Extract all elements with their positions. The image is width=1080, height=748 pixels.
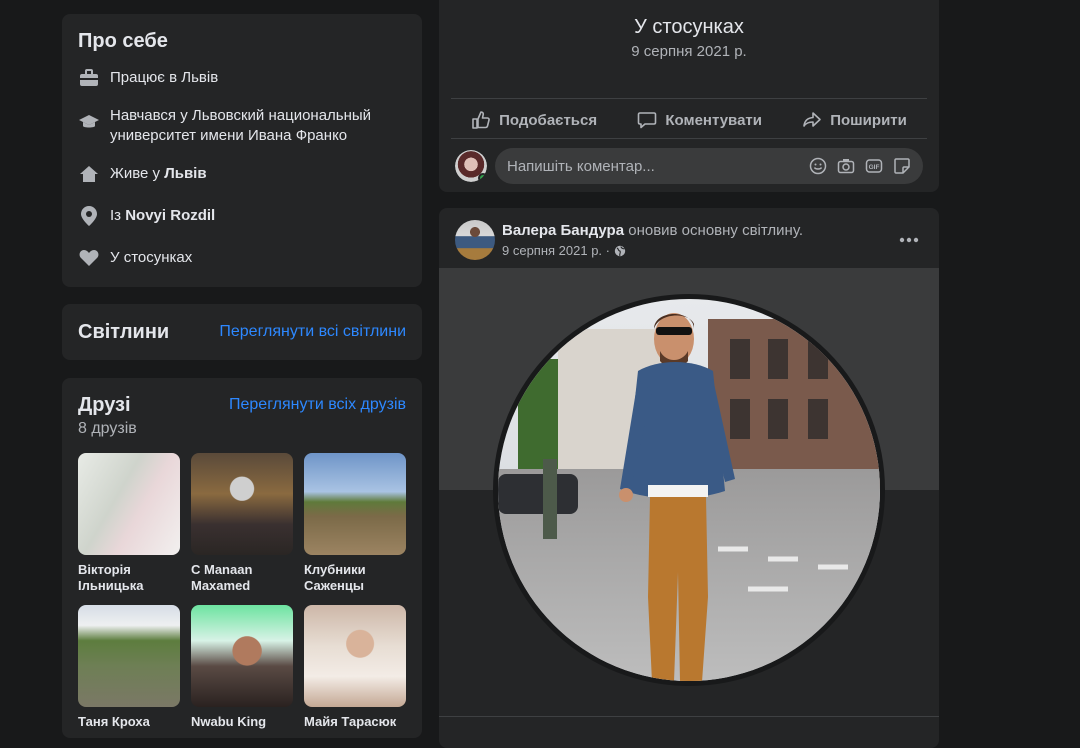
friend-tile[interactable]: Клубники Саженцы [304,453,406,594]
sticker-icon[interactable] [893,157,911,175]
friend-name[interactable]: Nwabu King [191,714,293,730]
friend-tile[interactable]: Nwabu King [191,605,293,730]
thumbs-up-icon [472,111,490,129]
about-work: Працює в Львів [78,68,218,88]
about-from-prefix: Із [110,207,122,224]
comment-tools: GIF [809,157,911,175]
comment-composer: Напишіть коментар... GIF [455,148,923,184]
friend-photo[interactable] [304,453,406,555]
post-date[interactable]: 9 серпня 2021 р. · [502,243,610,258]
post-actions: Подобається Коментувати Поширити [451,102,927,138]
friend-name[interactable]: Таня Кроха [78,714,180,730]
home-icon [78,164,100,184]
about-from-city[interactable]: Novyi Rozdil [125,206,215,226]
friends-count: 8 друзів [78,420,137,437]
comment-label: Коментувати [665,111,762,129]
like-label: Подобається [499,111,598,129]
friend-tile[interactable]: Вікторія Ільницька [78,453,180,594]
gif-icon[interactable]: GIF [865,157,883,175]
friends-title: Друзі [78,394,131,416]
comment-button[interactable]: Коментувати [637,110,762,130]
friend-photo[interactable] [304,605,406,707]
about-work-text: Працює в Львів [110,69,219,86]
friend-name[interactable]: С Manaan Maxamed [191,562,293,594]
friend-photo[interactable] [191,605,293,707]
like-button[interactable]: Подобається [471,110,597,130]
briefcase-icon [78,68,100,88]
divider [451,98,927,99]
about-lives: Живе у Львів [78,164,207,184]
profile-photo-post: Валера Бандура оновив основну світлину. … [439,208,939,748]
friend-photo[interactable] [78,605,180,707]
post-header: Валера Бандура оновив основну світлину. [502,222,803,239]
about-education-text: Навчався у Львовский национальный универ… [110,107,372,144]
friend-tile[interactable]: С Manaan Maxamed [191,453,293,594]
comment-input[interactable]: Напишіть коментар... GIF [495,148,923,184]
relationship-post: У стосунках 9 серпня 2021 р. Подобається… [439,0,939,192]
more-horizontal-icon [899,237,919,243]
about-card: Про себе Працює в Львів Навчався у Львов… [62,14,422,287]
divider [451,138,927,139]
post-action-text: оновив основну світлину. [628,222,803,239]
about-from: Із Novyi Rozdil [78,206,215,226]
about-education: Навчався у Львовский национальный универ… [78,106,398,146]
friend-tile[interactable]: Майя Тарасюк [304,605,406,730]
friends-card: Друзі 8 друзів Переглянути всіх друзів В… [62,378,422,738]
friend-photo[interactable] [78,453,180,555]
share-button[interactable]: Поширити [802,110,907,130]
post-meta: 9 серпня 2021 р. · [502,243,626,258]
svg-text:GIF: GIF [869,164,880,171]
heart-icon [78,248,100,268]
about-lives-city[interactable]: Львів [164,164,206,184]
comment-icon [638,112,657,129]
graduation-cap-icon [78,112,100,132]
share-label: Поширити [830,111,907,129]
see-all-friends-link[interactable]: Переглянути всіх друзів [229,396,406,414]
globe-icon [614,245,626,256]
about-lives-prefix: Живе у [110,165,161,182]
comment-placeholder: Напишіть коментар... [507,157,655,175]
profile-photo-image [498,299,880,681]
emoji-icon[interactable] [809,157,827,175]
photos-title: Світлини [78,320,170,343]
profile-photo[interactable] [493,294,885,686]
friend-name[interactable]: Вікторія Ільницька [78,562,180,594]
author-name[interactable]: Валера Бандура [502,222,624,239]
post-status-text: У стосунках [634,16,744,38]
photos-card: Світлини Переглянути всі світлини [62,304,422,360]
friend-photo[interactable] [191,453,293,555]
share-icon [803,112,822,127]
friend-tile[interactable]: Таня Кроха [78,605,180,730]
see-all-photos-link[interactable]: Переглянути всі світлини [219,323,406,341]
friend-name[interactable]: Майя Тарасюк [304,714,406,730]
about-title: Про себе [78,30,168,52]
more-options-button[interactable] [899,230,919,248]
post-date[interactable]: 9 серпня 2021 р. [439,43,939,60]
location-pin-icon [78,206,100,226]
author-avatar[interactable] [455,220,495,260]
about-relationship-text: У стосунках [110,249,193,266]
online-status-dot [478,173,487,182]
camera-icon[interactable] [837,157,855,175]
user-avatar[interactable] [455,150,487,182]
divider [439,716,939,717]
about-relationship: У стосунках [78,248,192,268]
friend-name[interactable]: Клубники Саженцы [304,562,406,594]
